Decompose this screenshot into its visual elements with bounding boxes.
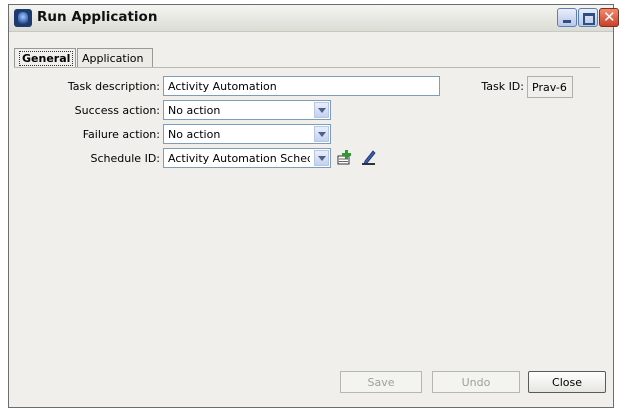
edit-schedule-icon[interactable] <box>360 149 378 167</box>
title-bar[interactable]: Run Application ✕ <box>9 5 619 32</box>
failure-action-select[interactable]: No action <box>163 124 331 144</box>
tab-application[interactable]: Application <box>77 48 153 67</box>
tab-general[interactable]: General <box>14 48 76 67</box>
success-action-label: Success action: <box>74 104 160 117</box>
task-id-value: Prav-6 <box>527 76 573 98</box>
task-id-label: Task ID: <box>481 80 524 93</box>
failure-action-value: No action <box>168 128 221 141</box>
close-button[interactable]: Close <box>528 371 606 393</box>
chevron-down-icon[interactable] <box>314 102 329 118</box>
failure-action-label: Failure action: <box>82 128 160 141</box>
close-icon[interactable]: ✕ <box>599 8 619 27</box>
task-description-input[interactable]: Activity Automation <box>163 76 440 96</box>
task-description-label: Task description: <box>67 80 160 93</box>
tab-general-label: General <box>19 51 74 66</box>
minimize-icon[interactable] <box>557 8 577 27</box>
schedule-id-select[interactable]: Activity Automation Schedule <box>163 148 331 168</box>
new-schedule-icon[interactable] <box>336 149 354 167</box>
maximize-icon[interactable] <box>578 8 598 27</box>
app-icon <box>14 9 32 27</box>
schedule-id-label: Schedule ID: <box>90 152 160 165</box>
undo-button[interactable]: Undo <box>432 371 520 393</box>
chevron-down-icon[interactable] <box>314 150 329 166</box>
success-action-value: No action <box>168 104 221 117</box>
success-action-select[interactable]: No action <box>163 100 331 120</box>
tab-divider <box>14 67 600 68</box>
schedule-id-value: Activity Automation Schedule <box>168 152 310 165</box>
tab-application-label: Application <box>82 52 144 65</box>
window-title: Run Application <box>37 9 158 25</box>
save-button[interactable]: Save <box>340 371 422 393</box>
chevron-down-icon[interactable] <box>314 126 329 142</box>
